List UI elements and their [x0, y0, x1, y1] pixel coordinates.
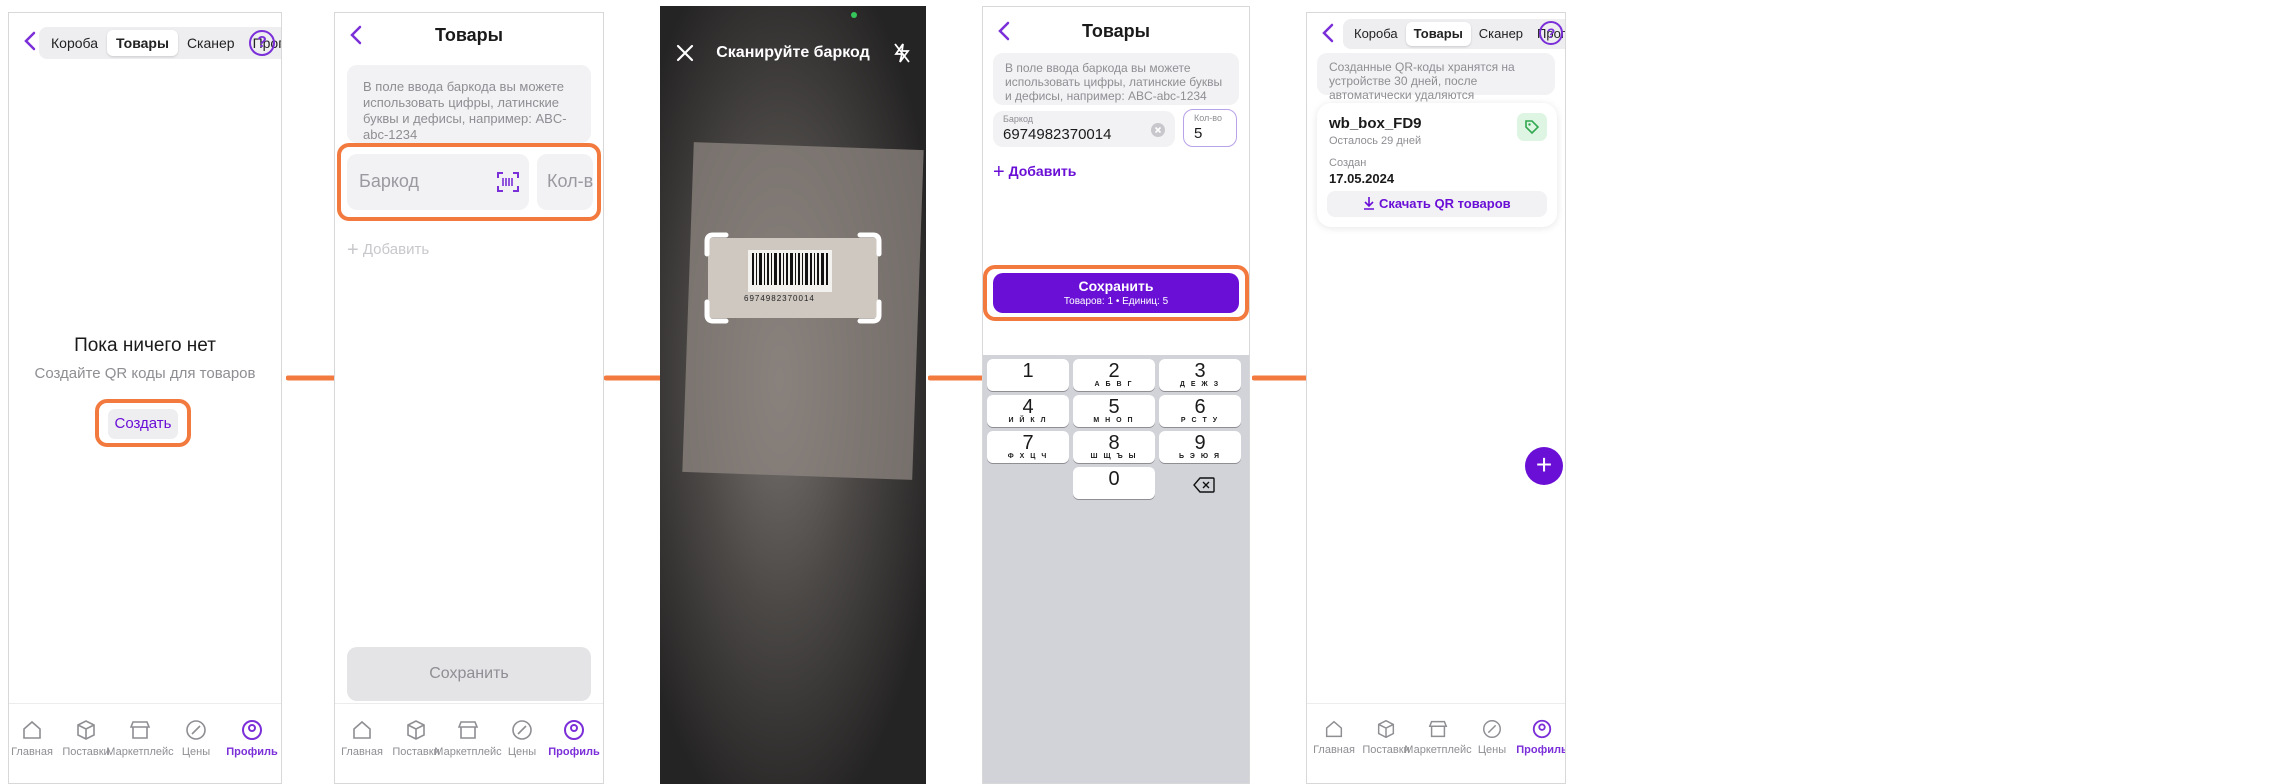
tab-scanner[interactable]: Сканер [178, 30, 244, 56]
screen-scanner: Сканируйте баркод 6974982370014 [660, 6, 926, 784]
page-title: Товары [434, 25, 504, 45]
segment-tabs: Короба Товары Сканер Пропус... [39, 27, 281, 59]
screen-filled-form: Товары В поле ввода баркода вы можете ис… [982, 6, 1250, 784]
key-2[interactable]: 2А Б В Г [1073, 359, 1155, 391]
key-9[interactable]: 9Ь Э Ю Я [1159, 431, 1241, 463]
hint-box: В поле ввода баркода вы можете использов… [347, 65, 591, 143]
backspace-icon[interactable] [1193, 477, 1215, 493]
empty-subtitle: Создайте QR коды для товаров [34, 365, 256, 382]
qr-card[interactable]: wb_box_FD9 Осталось 29 дней Создан 17.05… [1317, 103, 1557, 227]
key-7[interactable]: 7Ф Х Ц Ч [987, 431, 1069, 463]
page-title: Товары [1081, 21, 1151, 41]
profile-icon [1532, 719, 1552, 739]
scan-icon[interactable] [497, 172, 519, 192]
quantity-input[interactable]: Кол-во [537, 154, 593, 210]
help-icon[interactable]: ? [1539, 21, 1563, 45]
percent-icon [186, 720, 206, 740]
store-icon [1428, 720, 1448, 738]
help-icon[interactable]: ? [249, 30, 275, 56]
store-icon [129, 721, 151, 739]
create-button[interactable]: Создать [108, 409, 178, 439]
save-button[interactable]: Сохранить Товаров: 1 • Единиц: 5 [993, 273, 1239, 313]
tag-icon [1525, 120, 1540, 135]
plus-icon: + [993, 161, 1005, 183]
created-date: 17.05.2024 [1329, 171, 1395, 186]
barcode-input[interactable]: Баркод [347, 154, 529, 210]
empty-title: Пока ничего нет [74, 335, 216, 356]
camera-indicator [851, 12, 857, 18]
key-3[interactable]: 3Д Е Ж З [1159, 359, 1241, 391]
profile-icon [564, 720, 584, 740]
back-icon[interactable] [1317, 21, 1341, 45]
save-button-disabled[interactable]: Сохранить [347, 647, 591, 701]
store-icon [457, 721, 479, 739]
percent-icon [512, 720, 532, 740]
box-icon [77, 720, 95, 740]
box-icon [407, 720, 425, 740]
box-icon [1377, 719, 1395, 739]
tab-goods[interactable]: Товары [107, 30, 178, 56]
key-0[interactable]: 0 [1073, 467, 1155, 499]
bottom-nav: Главная Поставки Маркетплейс Цены Профил… [9, 703, 281, 783]
tag-badge[interactable] [1517, 113, 1547, 141]
tab-boxes[interactable]: Короба [1346, 22, 1406, 46]
home-icon [353, 720, 371, 739]
tab-goods[interactable]: Товары [1405, 22, 1471, 46]
scan-frame-icon [704, 232, 882, 324]
screen-add-form: Товары В поле ввода баркода вы можете ис… [334, 12, 604, 784]
tab-boxes[interactable]: Короба [42, 30, 107, 56]
plus-icon: + [347, 239, 359, 261]
key-1[interactable]: 1 [987, 359, 1069, 391]
barcode-input[interactable]: Баркод 6974982370014 [993, 111, 1175, 147]
plus-icon: + [1535, 449, 1553, 480]
key-8[interactable]: 8Ш Щ Ъ Ы [1073, 431, 1155, 463]
download-qr-button[interactable]: Скачать QR товаров [1327, 191, 1547, 217]
add-link[interactable]: + Добавить [347, 239, 429, 262]
key-6[interactable]: 6Р С Т У [1159, 395, 1241, 427]
percent-icon [1483, 720, 1501, 738]
hint-box: В поле ввода баркода вы можете использов… [993, 53, 1239, 105]
bottom-nav: Главная Поставки Маркетплейс Цены Профил… [1307, 703, 1565, 783]
screen-empty: Короба Товары Сканер Пропус... ? Пока ни… [8, 12, 282, 784]
scanner-title: Сканируйте баркод [716, 44, 870, 61]
quantity-input[interactable]: Кол-во 5 [1183, 109, 1237, 147]
add-link[interactable]: + Добавить [993, 161, 1076, 184]
screen-result: Короба Товары Сканер Пропус... ? Созданн… [1306, 12, 1566, 784]
nav-profile[interactable]: Профиль [1507, 718, 1565, 756]
nav-profile[interactable]: Профиль [539, 718, 603, 758]
home-icon [1325, 720, 1343, 738]
nav-profile[interactable]: Профиль [217, 718, 281, 758]
download-icon [1364, 197, 1375, 210]
fab-add-button[interactable]: + [1525, 447, 1563, 485]
profile-icon [242, 720, 262, 740]
bottom-nav: Главная Поставки Маркетплейс Цены Профил… [335, 703, 603, 783]
created-label: Создан [1329, 157, 1367, 169]
card-title: wb_box_FD9 [1329, 115, 1422, 132]
segment-tabs: Короба Товары Сканер Пропус... [1343, 19, 1565, 49]
tab-scanner[interactable]: Сканер [1471, 22, 1531, 46]
key-4[interactable]: 4И Й К Л [987, 395, 1069, 427]
flash-off-icon[interactable] [892, 42, 912, 64]
home-icon [23, 720, 41, 739]
info-box: Созданные QR-коды хранятся на устройстве… [1317, 53, 1555, 102]
clear-icon[interactable] [1151, 123, 1165, 137]
card-subtitle: Осталось 29 дней [1329, 135, 1422, 147]
key-5[interactable]: 5М Н О П [1073, 395, 1155, 427]
